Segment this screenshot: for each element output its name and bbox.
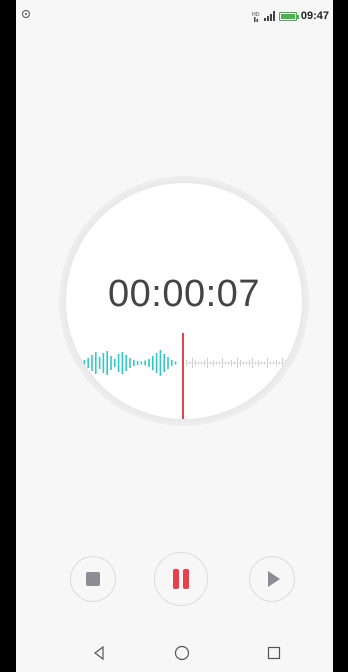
stop-icon bbox=[86, 572, 100, 586]
device-frame-right bbox=[333, 0, 348, 672]
recording-dial: 00:00:07 bbox=[59, 176, 309, 426]
play-icon bbox=[268, 571, 280, 587]
back-icon bbox=[94, 646, 104, 660]
recording-dial-face: 00:00:07 bbox=[66, 183, 302, 419]
elapsed-time: 00:00:07 bbox=[108, 273, 260, 315]
battery-icon bbox=[278, 11, 299, 21]
waveform-bar bbox=[155, 353, 158, 373]
waveform-bar bbox=[144, 360, 146, 366]
playhead-marker bbox=[182, 333, 184, 419]
waveform-bar bbox=[87, 358, 89, 368]
waveform-bar bbox=[125, 355, 127, 371]
waveform-bar bbox=[129, 358, 131, 368]
stop-button[interactable] bbox=[70, 556, 116, 602]
network-hd-icon: HD bbox=[252, 12, 260, 22]
waveform-bar bbox=[174, 361, 177, 365]
home-icon bbox=[174, 645, 190, 661]
waveform bbox=[76, 350, 292, 376]
pause-icon bbox=[173, 569, 189, 589]
recorder-screen: HD 09:47 00:00:07 bbox=[16, 0, 333, 672]
svg-text:HD: HD bbox=[252, 12, 260, 18]
waveform-bar bbox=[106, 351, 108, 375]
waveform-bar bbox=[121, 352, 124, 374]
waveform-bar bbox=[136, 361, 139, 365]
waveform-bar bbox=[152, 356, 154, 370]
waveform-bar bbox=[79, 361, 82, 365]
waveform-bar bbox=[159, 350, 162, 376]
back-button[interactable] bbox=[87, 641, 111, 665]
waveform-bar bbox=[102, 353, 105, 373]
waveform-bar bbox=[110, 356, 112, 370]
play-button[interactable] bbox=[249, 556, 295, 602]
waveform-bar bbox=[83, 360, 86, 366]
status-time: 09:47 bbox=[300, 10, 329, 22]
waveform-bar bbox=[171, 360, 173, 366]
home-button[interactable] bbox=[170, 641, 194, 665]
playback-controls bbox=[16, 552, 333, 606]
waveform-bar bbox=[167, 357, 169, 369]
pause-button[interactable] bbox=[154, 552, 208, 606]
recents-icon bbox=[267, 646, 281, 660]
waveform-bar bbox=[98, 357, 101, 369]
waveform-bar bbox=[95, 352, 97, 374]
waveform-bar bbox=[76, 362, 78, 364]
waveform-bar bbox=[148, 359, 150, 367]
waveform-bar bbox=[163, 354, 165, 372]
recents-button[interactable] bbox=[262, 641, 286, 665]
status-bar: HD 09:47 bbox=[16, 0, 333, 30]
status-right: HD 09:47 bbox=[252, 10, 329, 22]
device-frame-left bbox=[0, 0, 16, 672]
signal-icon bbox=[263, 11, 275, 21]
waveform-bar bbox=[140, 361, 143, 365]
waveform-bar bbox=[114, 359, 116, 367]
waveform-bar bbox=[91, 355, 93, 371]
record-indicator-icon bbox=[22, 10, 30, 18]
waveform-bar bbox=[117, 354, 120, 372]
waveform-bar bbox=[133, 360, 135, 366]
navigation-bar bbox=[16, 636, 333, 666]
